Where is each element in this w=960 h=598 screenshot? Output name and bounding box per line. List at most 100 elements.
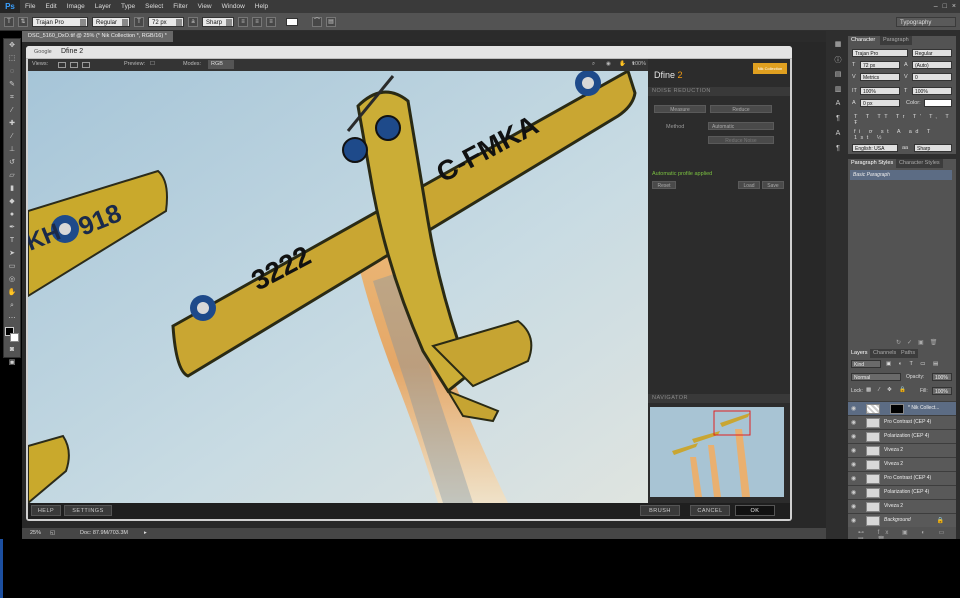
layer-filter-icons[interactable]: ▣ ◐ T ▭ ▤ bbox=[886, 361, 941, 367]
info-panel-icon[interactable]: ⓘ bbox=[831, 55, 845, 66]
character-styles-icon[interactable]: A bbox=[831, 130, 845, 141]
char-language[interactable]: English: USA bbox=[852, 144, 898, 152]
split-view-icon[interactable] bbox=[70, 62, 78, 68]
eye-icon[interactable]: ◉ bbox=[851, 461, 859, 469]
menu-edit[interactable]: Edit bbox=[40, 0, 61, 13]
quick-select-tool-icon[interactable]: ✎ bbox=[5, 79, 19, 91]
tab-character-styles[interactable]: Character Styles bbox=[896, 159, 943, 168]
healing-tool-icon[interactable]: ✚ bbox=[5, 118, 19, 130]
hand-tool-icon[interactable]: ✋ bbox=[5, 287, 19, 299]
char-tracking[interactable]: 0 bbox=[912, 73, 952, 81]
char-antialias[interactable]: Sharp bbox=[914, 144, 952, 152]
method-select[interactable]: Automatic bbox=[708, 122, 774, 130]
eye-icon[interactable]: ◉ bbox=[851, 517, 859, 525]
eye-icon[interactable]: ◉ bbox=[851, 433, 859, 441]
paragraph-styles-icon[interactable]: ¶ bbox=[831, 145, 845, 156]
brush-button[interactable]: BRUSH bbox=[640, 505, 680, 516]
minimize-icon[interactable]: – bbox=[934, 3, 938, 10]
zoom-tool-icon[interactable]: ⌕ bbox=[5, 300, 19, 312]
preview-toggle-icon[interactable]: ☐ bbox=[150, 61, 155, 67]
char-kerning[interactable]: Metrics bbox=[860, 73, 900, 81]
text-color-swatch[interactable] bbox=[286, 17, 298, 26]
pen-tool-icon[interactable]: ✒ bbox=[5, 222, 19, 234]
shape-tool-icon[interactable]: ▭ bbox=[5, 261, 19, 273]
reduce-tab[interactable]: Reduce bbox=[710, 105, 772, 113]
font-style-select[interactable]: Regular bbox=[92, 16, 130, 27]
blend-mode-select[interactable]: Normal bbox=[851, 373, 901, 381]
styles-footer-icons[interactable]: ↻✓▣🗑 bbox=[896, 339, 943, 346]
font-family-select[interactable]: Trajan Pro bbox=[32, 16, 88, 27]
save-button[interactable]: Save bbox=[762, 181, 784, 189]
status-menu-arrow-icon[interactable]: ▸ bbox=[144, 528, 147, 539]
char-font-size[interactable]: 72 px bbox=[860, 61, 900, 69]
swatches-panel-icon[interactable]: ▥ bbox=[831, 85, 845, 96]
layer-row[interactable]: ◉ Background 🔒 bbox=[848, 513, 956, 527]
type-tool-icon[interactable]: T bbox=[5, 235, 19, 247]
tab-paths[interactable]: Paths bbox=[898, 349, 919, 358]
eye-icon[interactable]: ◉ bbox=[851, 489, 859, 497]
style-item-basic-paragraph[interactable]: Basic Paragraph bbox=[850, 170, 952, 180]
quick-mask-icon[interactable]: ◙ bbox=[5, 344, 19, 356]
char-horizontal-scale[interactable]: 100% bbox=[912, 87, 952, 95]
eraser-tool-icon[interactable]: ▱ bbox=[5, 170, 19, 182]
tab-paragraph[interactable]: Paragraph bbox=[880, 36, 912, 45]
paragraph-panel-icon[interactable]: ¶ bbox=[831, 115, 845, 126]
panels-toggle-icon[interactable]: ▤ bbox=[326, 16, 336, 27]
measure-tab[interactable]: Measure bbox=[654, 105, 706, 113]
clone-stamp-tool-icon[interactable]: ⊥ bbox=[5, 144, 19, 156]
reset-button[interactable]: Reset bbox=[652, 181, 676, 189]
history-panel-icon[interactable]: ▦ bbox=[831, 40, 845, 51]
layer-row[interactable]: ◉ Polarization (CEP 4) bbox=[848, 485, 956, 499]
menu-view[interactable]: View bbox=[193, 0, 217, 13]
navigator-panel-icon[interactable]: ▤ bbox=[831, 70, 845, 81]
tab-layers[interactable]: Layers bbox=[848, 349, 871, 358]
restore-icon[interactable]: □ bbox=[943, 3, 947, 10]
eye-icon[interactable]: ◉ bbox=[851, 475, 859, 483]
preview-image[interactable]: 918 KH C-FMKA 3222 bbox=[28, 71, 648, 503]
layer-row[interactable]: ◉ Pro Contrast (CEP 4) bbox=[848, 471, 956, 485]
zoom-icon[interactable]: ⌕ bbox=[592, 61, 595, 68]
close-icon[interactable]: × bbox=[952, 3, 956, 10]
3d-tool-icon[interactable]: ◎ bbox=[5, 274, 19, 286]
reduce-noise-button[interactable]: Reduce Noise bbox=[708, 136, 774, 144]
help-button[interactable]: HELP bbox=[31, 505, 61, 516]
blur-tool-icon[interactable]: ◆ bbox=[5, 196, 19, 208]
status-info-icon[interactable]: ◱ bbox=[50, 528, 55, 539]
font-size-select[interactable]: 72 px bbox=[148, 16, 184, 27]
layer-kind-filter[interactable]: Kind bbox=[851, 360, 881, 368]
opentype-buttons[interactable]: fi ơ st A ad T 1st ½ bbox=[854, 129, 956, 141]
load-button[interactable]: Load bbox=[738, 181, 760, 189]
menu-layer[interactable]: Layer bbox=[90, 0, 116, 13]
move-tool-icon[interactable]: ✥ bbox=[5, 40, 19, 52]
char-color-swatch[interactable] bbox=[924, 99, 952, 107]
eye-icon[interactable]: ◉ bbox=[851, 419, 859, 427]
navigator-thumbnail[interactable] bbox=[650, 407, 784, 497]
menu-select[interactable]: Select bbox=[140, 0, 168, 13]
eye-icon[interactable]: ◉ bbox=[851, 447, 859, 455]
ok-button[interactable]: OK bbox=[735, 505, 775, 516]
character-panel-icon[interactable]: A bbox=[831, 100, 845, 111]
single-view-icon[interactable] bbox=[58, 62, 66, 68]
eyedropper-tool-icon[interactable]: ⁄ bbox=[5, 105, 19, 117]
lock-icons[interactable]: ▩ ⁄ ✥ 🔒 bbox=[866, 387, 909, 393]
tab-channels[interactable]: Channels bbox=[870, 349, 900, 358]
char-vertical-scale[interactable]: 100% bbox=[860, 87, 900, 95]
marquee-tool-icon[interactable]: ⬚ bbox=[5, 53, 19, 65]
menu-filter[interactable]: Filter bbox=[168, 0, 192, 13]
layer-row[interactable]: ◉ Viveza 2 bbox=[848, 457, 956, 471]
color-swatches[interactable] bbox=[5, 327, 19, 343]
fill-field[interactable]: 100% bbox=[932, 387, 952, 395]
lasso-tool-icon[interactable]: ◌ bbox=[5, 66, 19, 78]
brush-tool-icon[interactable]: ⁄ bbox=[5, 131, 19, 143]
cancel-button[interactable]: CANCEL bbox=[690, 505, 730, 516]
align-center-icon[interactable]: ≡ bbox=[252, 16, 262, 27]
type-tool-icon[interactable]: T bbox=[4, 16, 14, 27]
path-select-tool-icon[interactable]: ➤ bbox=[5, 248, 19, 260]
char-baseline[interactable]: 0 px bbox=[860, 99, 900, 107]
more-tools-icon[interactable]: ⋯ bbox=[5, 313, 19, 325]
layer-row[interactable]: ◉ Pro Contrast (CEP 4) bbox=[848, 415, 956, 429]
char-font-family[interactable]: Trajan Pro bbox=[852, 49, 908, 57]
document-tab[interactable]: DSC_5160_DxO.tif @ 25% (* Nik Collection… bbox=[22, 31, 173, 42]
history-brush-tool-icon[interactable]: ↺ bbox=[5, 157, 19, 169]
menu-type[interactable]: Type bbox=[116, 0, 140, 13]
